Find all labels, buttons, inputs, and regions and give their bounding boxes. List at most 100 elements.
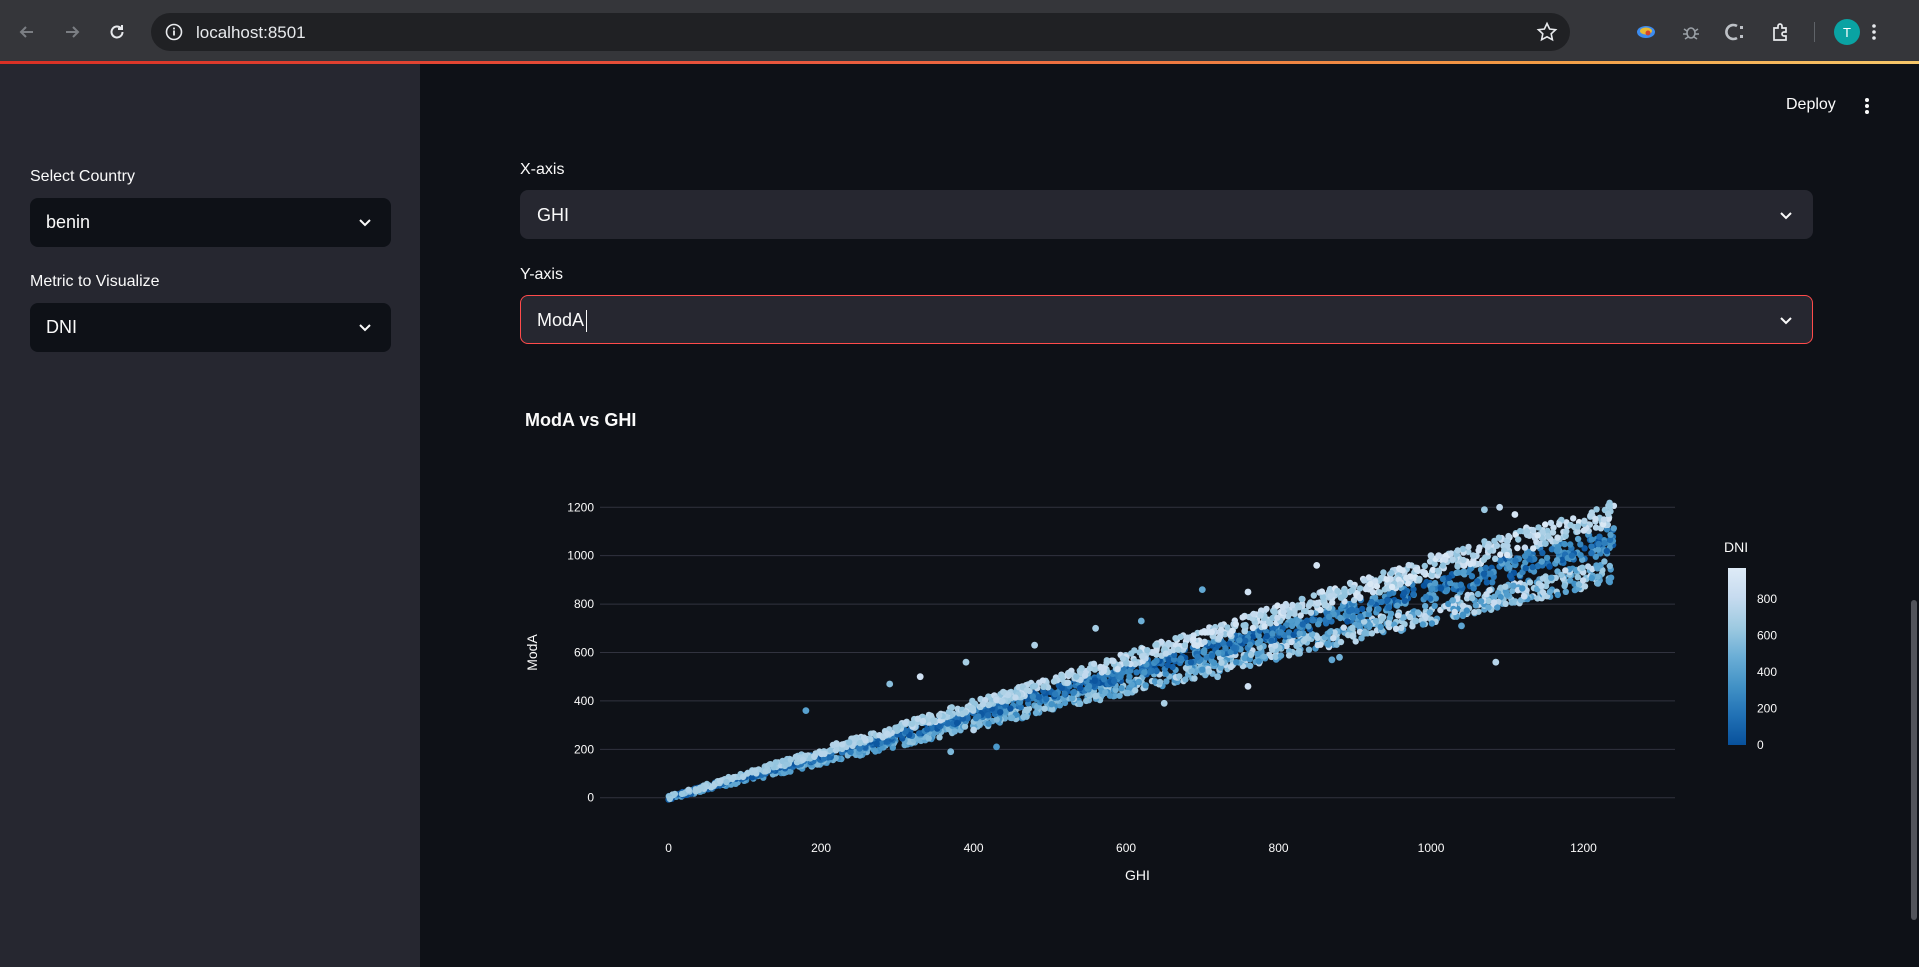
scatter-point bbox=[1506, 572, 1514, 579]
scatter-point bbox=[1103, 659, 1110, 666]
scatter-point bbox=[886, 680, 894, 688]
scatter-point bbox=[1422, 593, 1430, 601]
profile-avatar[interactable]: T bbox=[1834, 19, 1860, 45]
scatter-point bbox=[1144, 647, 1151, 654]
reload-icon[interactable] bbox=[102, 17, 132, 47]
scatter-point bbox=[1594, 565, 1601, 572]
scatter-point bbox=[1133, 669, 1140, 676]
scatter-point bbox=[751, 767, 759, 774]
metric-select[interactable]: DNI bbox=[30, 303, 391, 352]
y-tick-label: 0 bbox=[587, 791, 594, 805]
scatter-point bbox=[1246, 641, 1254, 648]
scatter-point bbox=[1061, 690, 1068, 697]
scatter-point bbox=[1066, 671, 1073, 678]
scatter-point bbox=[1295, 604, 1303, 611]
scatter-point bbox=[1023, 687, 1031, 694]
scatter-point bbox=[1579, 577, 1587, 584]
scatter-point bbox=[1577, 541, 1584, 548]
scatter-point bbox=[1538, 558, 1546, 565]
scatter-point bbox=[1584, 563, 1592, 570]
scatter-point bbox=[1255, 658, 1262, 665]
back-icon[interactable] bbox=[12, 17, 42, 47]
scatter-chart[interactable]: 0 200 400 600 800 1000 1200 0 200 400 600 800 1000 12… bbox=[500, 480, 1800, 900]
scatter-point bbox=[993, 743, 1000, 751]
colorbar-title: DNI bbox=[1724, 539, 1748, 555]
scatter-point bbox=[1050, 678, 1058, 685]
scatter-point bbox=[723, 778, 730, 786]
scatter-point bbox=[1153, 641, 1160, 648]
country-select[interactable]: benin bbox=[30, 198, 391, 247]
page-scrollbar[interactable] bbox=[1911, 600, 1917, 920]
scatter-point bbox=[1534, 532, 1541, 539]
scatter-point bbox=[1362, 585, 1369, 593]
y-axis-select[interactable]: ModA bbox=[520, 295, 1813, 344]
scatter-point bbox=[1208, 652, 1216, 659]
scatter-point bbox=[762, 768, 769, 775]
scatter-point bbox=[975, 713, 982, 720]
scatter-point bbox=[902, 719, 909, 727]
x-axis-select[interactable]: GHI bbox=[520, 190, 1813, 239]
scatter-point bbox=[1454, 563, 1461, 570]
x-tick-label: 400 bbox=[964, 841, 984, 855]
scatter-point bbox=[1317, 641, 1324, 648]
scatter-point bbox=[1492, 555, 1499, 562]
scatter-point bbox=[1553, 547, 1561, 554]
scatter-point bbox=[1521, 553, 1529, 560]
scatter-point bbox=[1482, 564, 1490, 572]
scatter-point bbox=[908, 720, 916, 727]
scatter-point bbox=[1326, 628, 1334, 636]
scatter-point bbox=[1039, 677, 1046, 684]
scatter-point bbox=[1092, 692, 1099, 700]
scatter-point bbox=[961, 723, 969, 730]
scatter-point bbox=[1380, 569, 1387, 576]
scatter-point bbox=[1419, 621, 1427, 628]
bookmark-star-icon[interactable] bbox=[1536, 21, 1558, 48]
scatter-point bbox=[1574, 574, 1582, 581]
scatter-point bbox=[1588, 543, 1595, 550]
scatter-point bbox=[1194, 653, 1201, 661]
scatter-point bbox=[1457, 581, 1464, 588]
browser-menu-icon[interactable] bbox=[1860, 18, 1888, 46]
scatter-point bbox=[1081, 672, 1089, 679]
extension-color-icon[interactable] bbox=[1632, 18, 1660, 46]
extension-bug-icon[interactable] bbox=[1677, 18, 1705, 46]
browser-toolbar: localhost:8501 T bbox=[0, 0, 1919, 64]
scatter-point bbox=[1198, 586, 1206, 593]
scatter-point bbox=[1568, 552, 1576, 559]
scatter-point bbox=[1277, 629, 1284, 636]
scatter-point bbox=[1460, 556, 1467, 564]
y-axis-select-input[interactable]: ModA bbox=[537, 310, 588, 333]
extension-c-icon[interactable] bbox=[1721, 18, 1749, 46]
scatter-point bbox=[1272, 653, 1279, 661]
scatter-point bbox=[1361, 577, 1368, 584]
scatter-point bbox=[1201, 629, 1209, 636]
scatter-point bbox=[1289, 601, 1296, 609]
site-info-icon[interactable] bbox=[164, 22, 184, 47]
forward-icon[interactable] bbox=[57, 17, 87, 47]
y-axis-select-value: ModA bbox=[537, 310, 585, 330]
scatter-point bbox=[1187, 659, 1195, 666]
scatter-point bbox=[1314, 599, 1321, 607]
scatter-point bbox=[1588, 574, 1596, 582]
scatter-point bbox=[953, 719, 961, 727]
scatter-point bbox=[1146, 668, 1153, 675]
scatter-point bbox=[846, 739, 853, 746]
scatter-point bbox=[1441, 556, 1449, 564]
deploy-button[interactable]: Deploy bbox=[1786, 96, 1836, 114]
scatter-point bbox=[1379, 615, 1386, 622]
chart-colorbar: 0 200 400 600 800 DNI bbox=[1724, 539, 1777, 752]
scatter-point bbox=[1005, 691, 1012, 699]
scatter-point bbox=[1435, 552, 1443, 560]
scatter-point bbox=[1359, 605, 1366, 613]
scatter-point bbox=[1205, 668, 1213, 675]
scatter-point bbox=[1474, 578, 1481, 585]
address-bar[interactable]: localhost:8501 bbox=[151, 13, 1570, 51]
scatter-point bbox=[698, 784, 705, 791]
app-menu-icon[interactable] bbox=[1864, 96, 1870, 121]
scatter-point bbox=[985, 712, 992, 719]
scatter-point bbox=[1373, 583, 1381, 590]
extensions-puzzle-icon[interactable] bbox=[1767, 18, 1795, 46]
colorbar-tick-label: 400 bbox=[1757, 665, 1777, 679]
scatter-point bbox=[811, 753, 818, 760]
colorbar-tick-label: 0 bbox=[1757, 738, 1764, 752]
